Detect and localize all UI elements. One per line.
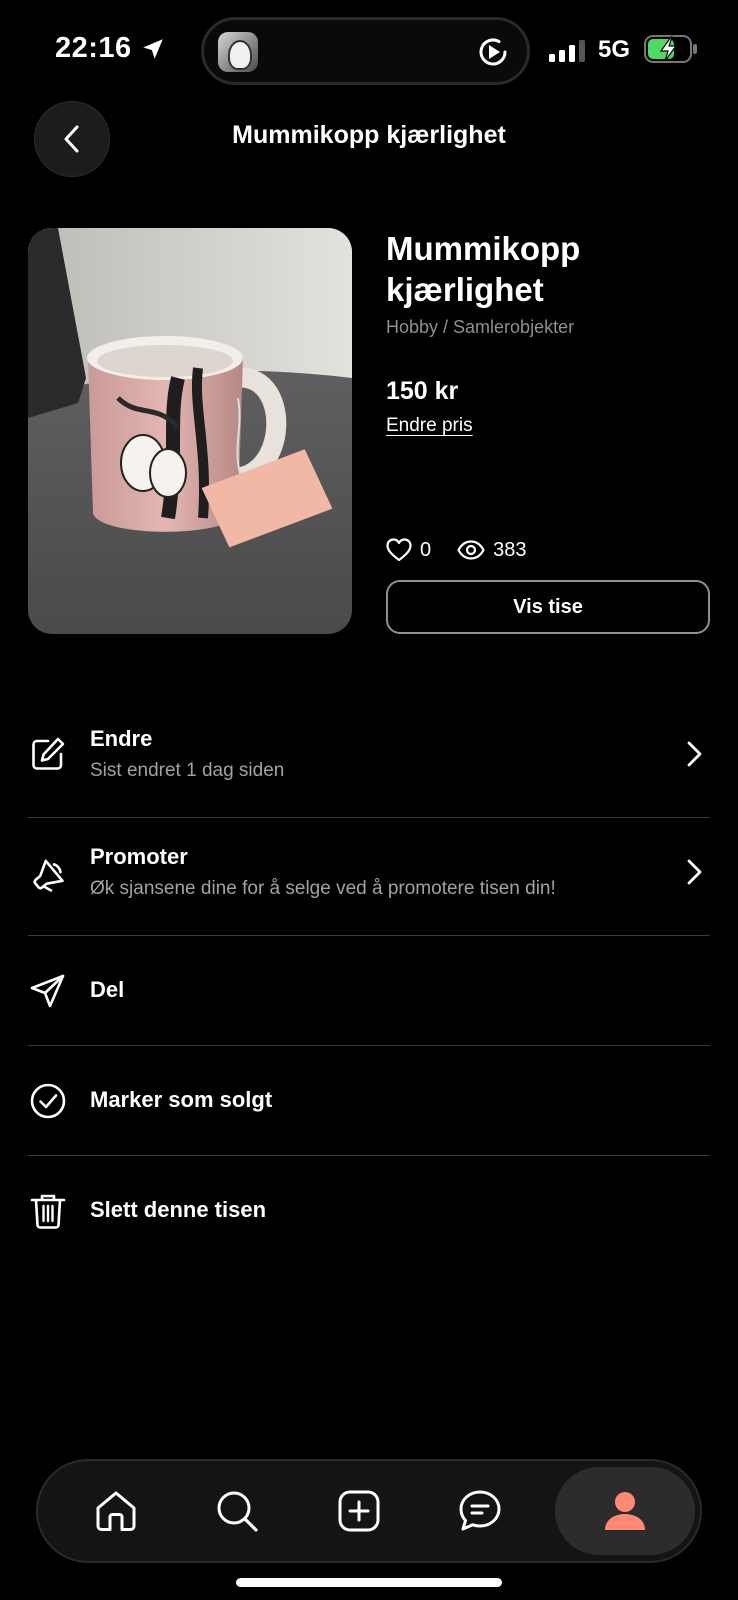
dynamic-island[interactable] [201,17,530,85]
view-listing-button[interactable]: Vis tise [386,580,710,634]
chevron-right-icon [687,859,702,885]
heart-icon [386,538,412,562]
menu-item-delete[interactable]: Slett denne tisen [28,1156,710,1266]
menu-item-subtitle: Øk sjansene dine for å selge ved å promo… [90,878,556,899]
menu-item-label: Marker som solgt [90,1087,273,1112]
menu-item-edit[interactable]: Endre Sist endret 1 dag siden [28,700,710,818]
menu-item-label: Slett denne tisen [90,1197,267,1222]
location-arrow-icon [143,39,163,59]
mug-photo [28,228,352,634]
status-bar: 22:16 5G [0,0,738,100]
views-stat: 383 [457,538,527,562]
menu-item-promote[interactable]: Promoter Øk sjansene dine for å selge ve… [28,818,710,936]
product-name: Mummikopp kjærlighet [386,230,581,308]
search-icon [217,1491,258,1532]
product-stats: 0 383 [386,538,527,562]
play-icon[interactable] [475,34,511,70]
now-playing-artwork [218,32,258,72]
send-icon [30,974,65,1008]
menu-item-label: Del [90,977,125,1002]
menu-item-subtitle: Sist endret 1 dag siden [90,760,285,781]
status-time: 22:16 [55,32,132,64]
battery-charging-icon [644,35,697,63]
network-label: 5G [598,36,631,63]
profile-icon [605,1492,645,1530]
signal-icon [549,40,585,62]
likes-stat[interactable]: 0 [386,538,431,562]
menu-item-share[interactable]: Del [28,936,710,1046]
trash-icon [30,1194,66,1229]
tab-bar [36,1459,702,1563]
views-count: 383 [493,538,527,561]
messages-icon [459,1490,501,1531]
likes-count: 0 [420,538,432,561]
eye-icon [457,540,485,560]
check-circle-icon [30,1083,66,1119]
tab-add[interactable] [329,1481,389,1541]
product-price: 150 kr [386,377,459,405]
menu-item-label: Endre [90,726,153,751]
add-icon [338,1490,380,1532]
menu-item-mark-sold[interactable]: Marker som solgt [28,1046,710,1156]
action-menu: Endre Sist endret 1 dag siden Promoter Ø… [28,700,710,1266]
home-indicator [236,1578,502,1587]
tab-home[interactable] [86,1481,146,1541]
tab-search[interactable] [207,1481,267,1541]
menu-item-label: Promoter [90,844,188,869]
change-price-link[interactable]: Endre pris [386,415,473,437]
tab-profile[interactable] [555,1467,695,1555]
home-icon [96,1491,136,1531]
product-image[interactable] [28,228,352,634]
edit-icon [32,737,65,770]
megaphone-icon [33,859,64,892]
product-category: Hobby / Samlerobjekter [386,317,575,337]
tab-messages[interactable] [450,1481,510,1541]
chevron-right-icon [687,741,702,767]
page-title: Mummikopp kjærlighet [232,121,506,149]
